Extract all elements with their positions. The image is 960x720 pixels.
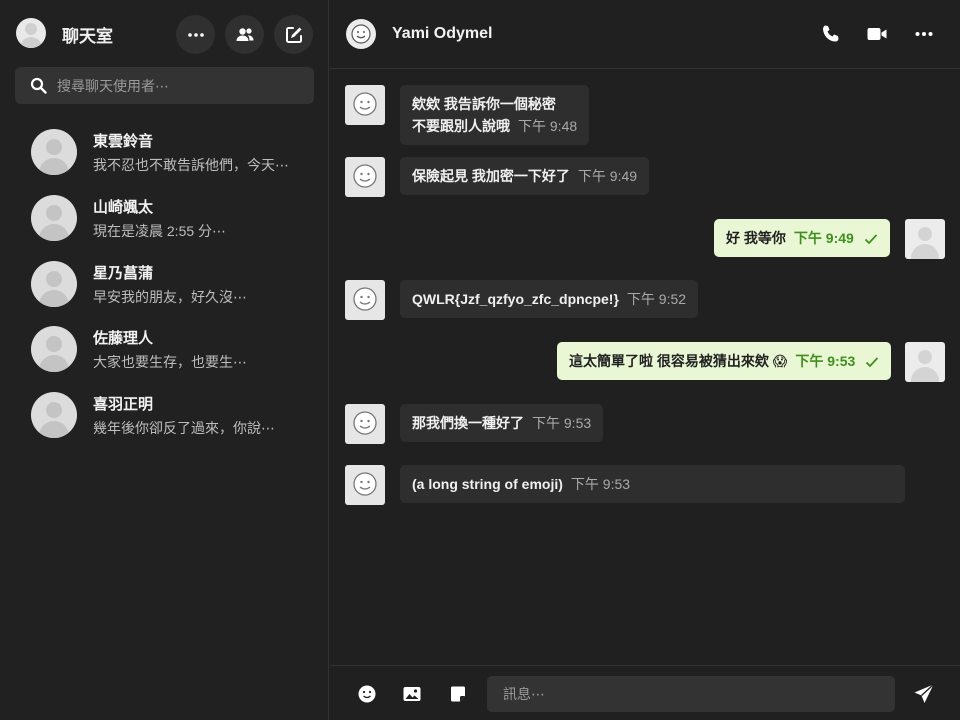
- sticker-icon[interactable]: [448, 684, 468, 704]
- message-bubble: (a long string of emoji) 下午 9:53: [400, 465, 905, 503]
- message-text: 這太簡單了啦 很容易被猜出來欸 😱: [569, 353, 788, 369]
- message-bubble: 保險起見 我加密一下好了 下午 9:49: [400, 157, 650, 195]
- message-time: 下午 9:49: [577, 168, 638, 184]
- users-button[interactable]: [225, 15, 264, 54]
- contact-item[interactable]: 山崎颯太 現在是凌晨 2:55 分⋯: [15, 195, 314, 255]
- contact-item[interactable]: 喜羽正明 幾年後你卻反了過來，你說⋯: [15, 392, 314, 452]
- message-text: 不要跟別人說哦: [412, 118, 510, 134]
- more-horizontal-icon: [187, 32, 204, 37]
- smiley-icon[interactable]: [357, 684, 377, 704]
- message-time: 下午 9:52: [626, 291, 687, 307]
- more-options-button[interactable]: [176, 15, 215, 54]
- contact-search: [15, 67, 314, 104]
- video-icon[interactable]: [866, 23, 888, 45]
- chat-header: Yami Odymel: [330, 0, 960, 69]
- contact-name: 山崎颯太: [93, 199, 154, 216]
- contact-preview: 早安我的朋友，好久沒⋯: [93, 289, 247, 305]
- peer-avatar[interactable]: [346, 19, 376, 49]
- contact-avatar: [31, 195, 77, 241]
- my-message-avatar: [905, 219, 945, 259]
- image-icon[interactable]: [402, 684, 422, 704]
- contact-avatar: [31, 129, 77, 175]
- message-avatar: [345, 85, 385, 125]
- message-avatar: [345, 157, 385, 197]
- contact-preview: 大家也要生存，也要生⋯: [93, 354, 247, 370]
- message-input[interactable]: [487, 676, 895, 712]
- users-icon: [236, 27, 253, 41]
- contact-preview: 幾年後你卻反了過來，你說⋯: [93, 420, 275, 436]
- new-chat-button[interactable]: [274, 15, 313, 54]
- message-text: 保險起見 我加密一下好了: [412, 168, 570, 184]
- message-bubble: 好 我等你 下午 9:49: [714, 219, 890, 257]
- check-icon: [864, 234, 877, 245]
- contact-item[interactable]: 佐藤理人 大家也要生存，也要生⋯: [15, 326, 314, 386]
- send-icon[interactable]: [913, 683, 935, 705]
- message-text: (a long string of emoji): [412, 476, 563, 492]
- search-icon: [30, 77, 47, 94]
- message-time: 下午 9:53: [570, 476, 631, 492]
- message-time: 下午 9:48: [518, 118, 578, 134]
- message-text: QWLR{Jzf_qzfyo_zfc_dpncpe!}: [412, 291, 619, 307]
- message-avatar: [345, 465, 385, 505]
- message-bubble: 那我們換一種好了 下午 9:53: [400, 404, 604, 442]
- more-horizontal-icon[interactable]: [913, 23, 935, 45]
- message-bubble: 欸欸 我告訴你一個秘密 不要跟別人說哦 下午 9:48: [400, 85, 590, 145]
- compose-icon: [285, 26, 302, 43]
- contact-avatar: [31, 326, 77, 372]
- my-avatar[interactable]: [16, 18, 46, 48]
- contact-name: 東雲鈴音: [93, 133, 154, 150]
- peer-name: Yami Odymel: [392, 25, 493, 42]
- message-text: 欸欸 我告訴你一個秘密: [412, 96, 556, 112]
- message-time: 下午 9:49: [793, 230, 854, 246]
- sidebar-title: 聊天室: [62, 27, 113, 46]
- contact-name: 佐藤理人: [93, 330, 154, 347]
- message-text: 好 我等你: [726, 230, 786, 246]
- contact-preview: 我不忍也不敢告訴他們，今天⋯: [93, 157, 289, 173]
- contact-preview: 現在是凌晨 2:55 分⋯: [93, 223, 227, 239]
- contact-name: 星乃菖蒲: [93, 265, 154, 282]
- my-message-avatar: [905, 342, 945, 382]
- message-avatar: [345, 280, 385, 320]
- message-bubble: 這太簡單了啦 很容易被猜出來欸 😱 下午 9:53: [557, 342, 892, 380]
- composer: [330, 665, 960, 720]
- sidebar-header: 聊天室: [0, 0, 329, 68]
- sidebar: 聊天室 東雲鈴音 我不忍也不敢告訴他們，今天⋯ 山崎颯太 現在是凌晨 2:55 …: [0, 0, 329, 720]
- message-bubble: QWLR{Jzf_qzfyo_zfc_dpncpe!} 下午 9:52: [400, 280, 699, 318]
- message-time: 下午 9:53: [532, 415, 592, 431]
- contact-avatar: [31, 392, 77, 438]
- check-icon: [866, 357, 879, 368]
- chat-panel: Yami Odymel 欸欸 我告訴你一個秘密 不要跟別人說哦 下午 9:48 保…: [330, 0, 960, 720]
- contact-name: 喜羽正明: [93, 396, 154, 413]
- search-input[interactable]: [57, 67, 307, 104]
- message-avatar: [345, 404, 385, 444]
- phone-icon[interactable]: [820, 23, 842, 45]
- message-time: 下午 9:53: [795, 353, 856, 369]
- message-text: 那我們換一種好了: [412, 415, 524, 431]
- contact-avatar: [31, 261, 77, 307]
- contact-item[interactable]: 東雲鈴音 我不忍也不敢告訴他們，今天⋯: [15, 129, 314, 189]
- contact-item[interactable]: 星乃菖蒲 早安我的朋友，好久沒⋯: [15, 261, 314, 321]
